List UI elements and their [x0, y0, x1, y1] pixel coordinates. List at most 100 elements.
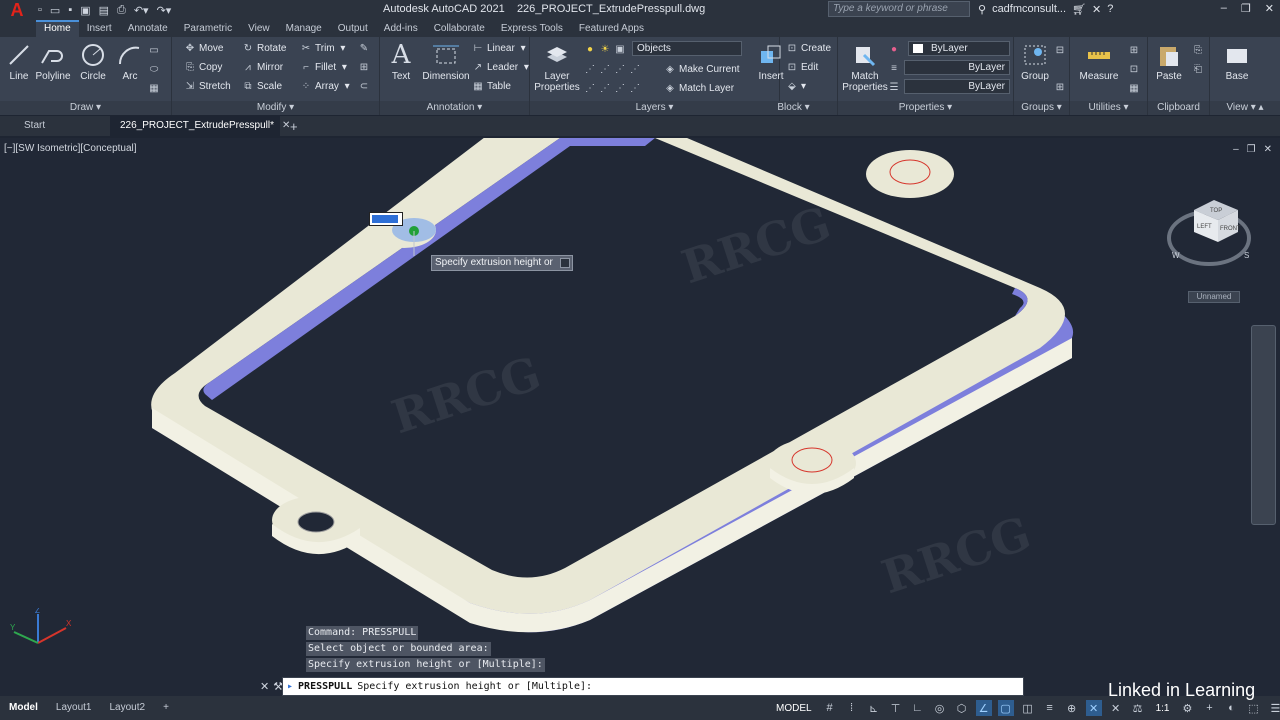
- lineweight-icon[interactable]: ☰: [888, 79, 900, 95]
- tab-output[interactable]: Output: [330, 20, 376, 37]
- snap-icon[interactable]: ⁞: [844, 700, 860, 716]
- stretch-tool[interactable]: ⇲ Stretch: [184, 78, 231, 94]
- tooltip-options-icon[interactable]: [560, 258, 570, 268]
- tab-express-tools[interactable]: Express Tools: [493, 20, 571, 37]
- view-panel-title[interactable]: View ▾ ▴: [1210, 101, 1280, 115]
- drawing-tab[interactable]: 226_PROJECT_ExtrudePresspull* ✕: [110, 116, 290, 136]
- undo-icon[interactable]: ↶▾: [134, 4, 149, 17]
- hatch-tool[interactable]: ⬭: [148, 61, 160, 77]
- linear-tool[interactable]: ⊢ Linear ▾: [472, 40, 526, 56]
- move-tool[interactable]: ✥ Move: [184, 40, 224, 56]
- match-properties-tool[interactable]: Match Properties: [842, 41, 888, 93]
- cut-icon[interactable]: ⎘: [1192, 42, 1204, 58]
- group-tool[interactable]: Group: [1016, 41, 1054, 82]
- circle-tool[interactable]: Circle: [74, 41, 112, 82]
- table-tool[interactable]: ▦ Table: [472, 78, 511, 94]
- tab-manage[interactable]: Manage: [278, 20, 330, 37]
- attribute-tool[interactable]: ⬙ ▾: [786, 78, 806, 94]
- workspace-gear-icon[interactable]: ⚙: [1179, 700, 1195, 716]
- user-icon[interactable]: ⚲: [978, 3, 986, 16]
- web-mobile-icon[interactable]: ▤: [99, 4, 109, 17]
- autoscale-icon[interactable]: ✕: [1108, 700, 1124, 716]
- tab-parametric[interactable]: Parametric: [176, 20, 240, 37]
- annotation-visibility-icon[interactable]: ✕: [1085, 700, 1102, 716]
- tab-featured-apps[interactable]: Featured Apps: [571, 20, 652, 37]
- color-combo[interactable]: ByLayer: [908, 41, 1010, 56]
- command-line-handle[interactable]: ✕ ⚒: [258, 680, 283, 693]
- measure-tool[interactable]: Measure: [1076, 41, 1122, 82]
- autocad-logo-icon[interactable]: A: [0, 0, 34, 20]
- quick-select-icon[interactable]: ⊞: [1128, 42, 1140, 58]
- units-icon[interactable]: ⬚: [1245, 700, 1261, 716]
- match-layer-tool[interactable]: ◈ Match Layer: [664, 80, 734, 96]
- add-layout-icon[interactable]: +: [154, 696, 178, 720]
- new-tab-icon[interactable]: +: [280, 119, 308, 134]
- insert-tool[interactable]: Insert: [752, 41, 790, 82]
- offset-tool[interactable]: ⊂: [358, 78, 370, 94]
- vp-close-icon[interactable]: ✕: [1264, 144, 1272, 155]
- user-name[interactable]: cadfmconsult...: [992, 3, 1066, 16]
- annotation-scale[interactable]: 1:1: [1152, 703, 1174, 714]
- calculator-icon[interactable]: ▦: [1128, 80, 1140, 96]
- search-input[interactable]: Type a keyword or phrase: [828, 1, 970, 17]
- isolate-icon[interactable]: ◐: [1223, 700, 1239, 716]
- command-recent-icon[interactable]: ▸: [287, 681, 293, 692]
- isodraft-icon[interactable]: ⬡: [954, 700, 970, 716]
- drawing-viewport[interactable]: RRCG RRCG RRCG [−][SW Isometric][Concept…: [0, 138, 1280, 696]
- polyline-tool[interactable]: Polyline: [34, 41, 72, 82]
- arc-tool[interactable]: Arc: [111, 41, 149, 82]
- modify-panel-title[interactable]: Modify ▾: [172, 101, 379, 115]
- lineweight-combo[interactable]: ByLayer: [904, 79, 1010, 94]
- presspull-part[interactable]: [0, 138, 1280, 696]
- redo-icon[interactable]: ↷▾: [157, 4, 172, 17]
- tab-layout1[interactable]: Layout1: [47, 696, 101, 720]
- layers-panel-title[interactable]: Layers ▾: [530, 101, 779, 115]
- tab-home[interactable]: Home: [36, 20, 79, 37]
- vp-restore-icon[interactable]: ❐: [1247, 144, 1256, 155]
- model-space-toggle[interactable]: MODEL: [772, 703, 816, 714]
- layer-tools-row-2[interactable]: ⋰ ⋰ ⋰ ⋰: [584, 61, 641, 77]
- minimize-icon[interactable]: –: [1221, 2, 1227, 15]
- copy-tool[interactable]: ⎘ Copy: [184, 59, 222, 75]
- linetype-combo[interactable]: ByLayer: [904, 60, 1010, 75]
- tab-collaborate[interactable]: Collaborate: [426, 20, 493, 37]
- line-tool[interactable]: Line: [0, 41, 38, 82]
- start-tab[interactable]: Start: [0, 116, 110, 136]
- navigation-bar[interactable]: [1251, 325, 1276, 525]
- lineweight-toggle-icon[interactable]: ≡: [1042, 700, 1058, 716]
- tab-model[interactable]: Model: [0, 696, 47, 720]
- layer-combo[interactable]: Objects: [632, 41, 742, 56]
- object-tracking-icon[interactable]: ∠: [975, 700, 992, 716]
- dynamic-input-field[interactable]: [369, 212, 403, 226]
- table-grid-tool[interactable]: ▦: [148, 80, 160, 96]
- draw-panel-title[interactable]: Draw ▾: [0, 101, 171, 115]
- annotation-panel-title[interactable]: Annotation ▾: [380, 101, 529, 115]
- explode-tool[interactable]: ⊞: [358, 59, 370, 75]
- select-all-icon[interactable]: ⊡: [1128, 61, 1140, 77]
- leader-tool[interactable]: ↗ Leader ▾: [472, 59, 529, 75]
- tab-layout2[interactable]: Layout2: [100, 696, 154, 720]
- block-panel-title[interactable]: Block ▾: [750, 101, 837, 115]
- base-tool[interactable]: Base: [1218, 41, 1256, 82]
- help-icon[interactable]: ?: [1107, 3, 1113, 16]
- tab-annotate[interactable]: Annotate: [120, 20, 176, 37]
- command-input[interactable]: ▸ PRESSPULL Specify extrusion height or …: [282, 677, 1024, 696]
- viewcube[interactable]: TOP LEFT FRONT W S: [1164, 190, 1254, 270]
- 3d-osnap-icon[interactable]: ◫: [1020, 700, 1036, 716]
- tab-insert[interactable]: Insert: [79, 20, 120, 37]
- plot-icon[interactable]: ⎙: [117, 4, 126, 17]
- layer-state-icons[interactable]: ● ☀ ▣: [584, 41, 626, 57]
- annotation-scale-icon[interactable]: ⚖: [1130, 700, 1146, 716]
- utilities-panel-title[interactable]: Utilities ▾: [1070, 101, 1147, 115]
- close-icon[interactable]: ✕: [1265, 2, 1274, 15]
- scale-tool[interactable]: ⧉ Scale: [242, 78, 282, 94]
- linetype-icon[interactable]: ≡: [888, 60, 900, 76]
- copy-clip-icon[interactable]: ⎗: [1192, 61, 1204, 77]
- properties-panel-title[interactable]: Properties ▾: [838, 101, 1013, 115]
- rectangle-tool[interactable]: ▭: [148, 42, 160, 58]
- layer-properties-tool[interactable]: Layer Properties: [534, 41, 580, 93]
- vp-minimize-icon[interactable]: –: [1233, 144, 1239, 155]
- group-edit-icon[interactable]: ⊞: [1054, 79, 1066, 95]
- erase-tool[interactable]: ✎: [358, 40, 370, 56]
- add-icon[interactable]: +: [1201, 700, 1217, 716]
